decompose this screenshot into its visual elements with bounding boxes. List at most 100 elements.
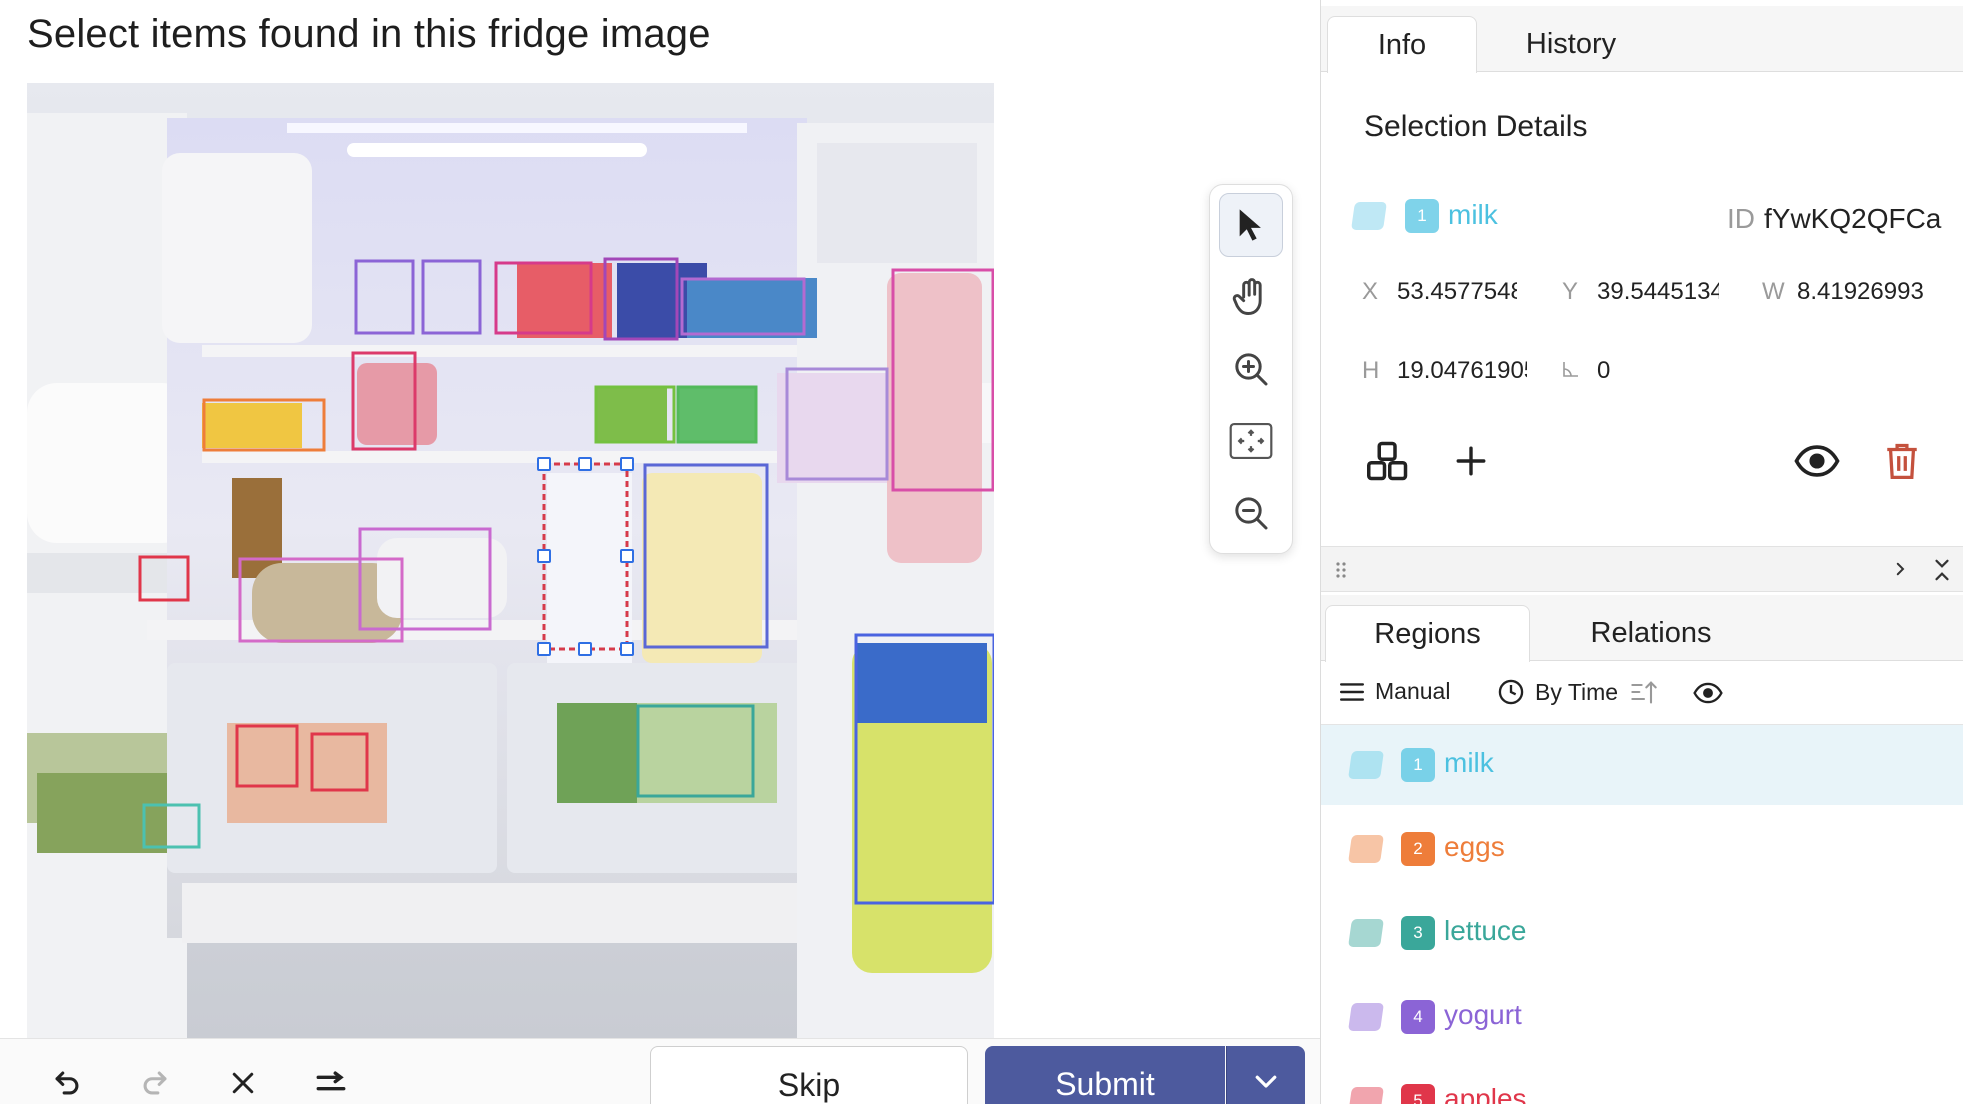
create-relation-button[interactable] — [1362, 435, 1414, 487]
reset-icon — [232, 1072, 254, 1094]
w-key: W — [1762, 278, 1785, 305]
region-color-swatch — [1351, 202, 1387, 230]
region-color-swatch — [1348, 1003, 1384, 1031]
region-index-badge: 1 — [1405, 199, 1439, 233]
annotation-app: Select items found in this fridge image — [0, 0, 1963, 1104]
region-id: fYwKQ2QFCa — [1764, 203, 1942, 234]
settings-icon — [316, 1071, 346, 1091]
relation-icon — [1367, 441, 1408, 481]
undo-button[interactable] — [47, 1063, 87, 1103]
region-tabs: Regions Relations — [1321, 595, 1963, 662]
resize-handle[interactable] — [620, 457, 634, 471]
tab-history[interactable]: History — [1481, 16, 1661, 73]
x-key: X — [1362, 278, 1379, 305]
zoom-out-icon — [1235, 497, 1268, 530]
sort-direction-icon — [1631, 681, 1657, 704]
submit-options-button[interactable] — [1226, 1046, 1305, 1104]
menu-icon — [1339, 682, 1365, 701]
resize-handle[interactable] — [620, 549, 634, 563]
eye-icon — [1794, 445, 1840, 477]
region-index-badge: 1 — [1401, 748, 1435, 782]
region-index-badge: 4 — [1401, 1000, 1435, 1034]
region-label: milk — [1444, 747, 1494, 778]
side-panel: Info History Selection Details 1 milk ID… — [1320, 0, 1963, 1104]
select-tool[interactable] — [1219, 193, 1283, 257]
tab-relations[interactable]: Relations — [1531, 605, 1771, 662]
sort-by-time-button[interactable]: By Time — [1497, 678, 1668, 706]
redo-button[interactable] — [135, 1063, 175, 1103]
chevron-down-icon — [1255, 1075, 1277, 1088]
region-index-badge: 2 — [1401, 832, 1435, 866]
region-color-swatch — [1348, 919, 1384, 947]
fit-tool[interactable] — [1219, 409, 1283, 473]
clock-icon — [1498, 679, 1524, 705]
panel-divider[interactable] — [1321, 546, 1963, 592]
redo-icon — [143, 1071, 167, 1095]
chevron-right-icon[interactable] — [1891, 560, 1909, 578]
region-label: lettuce — [1444, 915, 1527, 946]
resize-handle[interactable] — [578, 457, 592, 471]
resize-handle[interactable] — [620, 642, 634, 656]
angle-value[interactable]: 0 — [1597, 357, 1637, 385]
image-canvas[interactable] — [27, 83, 994, 1038]
manual-order-button[interactable]: Manual — [1339, 678, 1450, 705]
fit-screen-icon — [1229, 422, 1273, 460]
region-label: eggs — [1444, 831, 1505, 862]
region-index-badge: 3 — [1401, 916, 1435, 950]
undo-icon — [55, 1071, 79, 1095]
add-button[interactable] — [1445, 435, 1497, 487]
zoom-in-tool[interactable] — [1219, 337, 1283, 401]
hand-icon — [1232, 278, 1262, 315]
region-color-swatch — [1348, 835, 1384, 863]
id-key: ID — [1727, 203, 1755, 234]
region-color-swatch — [1348, 751, 1384, 779]
selected-region-label: milk — [1448, 199, 1498, 230]
region-toolbar: Manual By Time — [1321, 664, 1963, 724]
drag-handle-icon — [1336, 562, 1346, 578]
task-title: Select items found in this fridge image — [27, 12, 711, 56]
submit-button[interactable]: Submit — [985, 1046, 1225, 1104]
angle-icon — [1562, 357, 1580, 385]
tool-palette — [1209, 184, 1293, 554]
settings-button[interactable] — [311, 1063, 351, 1103]
w-value[interactable]: 8.41926993 — [1797, 278, 1927, 306]
region-item-eggs[interactable]: 2 eggs — [1321, 809, 1963, 889]
toggle-all-visibility-button[interactable] — [1693, 682, 1733, 704]
region-color-swatch — [1348, 1087, 1384, 1104]
by-time-label: By Time — [1535, 678, 1619, 705]
labeling-area: Select items found in this fridge image — [0, 0, 1320, 1104]
info-tabs: Info History — [1321, 6, 1963, 73]
tab-info[interactable]: Info — [1327, 16, 1477, 73]
region-item-milk[interactable]: 1 milk — [1321, 725, 1963, 805]
region-item-apples[interactable]: 5 apples — [1321, 1061, 1963, 1104]
h-key: H — [1362, 357, 1380, 384]
trash-icon — [1887, 443, 1917, 479]
reset-button[interactable] — [223, 1063, 263, 1103]
region-item-yogurt[interactable]: 4 yogurt — [1321, 977, 1963, 1057]
fridge-image — [27, 83, 994, 1038]
zoom-in-icon — [1235, 353, 1268, 386]
y-value[interactable]: 39.54451344 — [1597, 278, 1719, 306]
tab-regions[interactable]: Regions — [1325, 605, 1530, 662]
collapse-icon[interactable] — [1931, 557, 1953, 583]
skip-button[interactable]: Skip — [650, 1046, 968, 1104]
resize-handle[interactable] — [537, 457, 551, 471]
resize-handle[interactable] — [537, 549, 551, 563]
x-value[interactable]: 53.45775484 — [1397, 278, 1517, 306]
resize-handle[interactable] — [578, 642, 592, 656]
pan-tool[interactable] — [1219, 265, 1283, 329]
region-label: apples — [1444, 1083, 1527, 1104]
selection-details-title: Selection Details — [1364, 110, 1588, 143]
h-value[interactable]: 19.04761905 — [1397, 357, 1527, 385]
eye-icon — [1693, 682, 1723, 704]
cursor-icon — [1239, 209, 1261, 241]
manual-label: Manual — [1375, 678, 1451, 704]
delete-button[interactable] — [1876, 435, 1928, 487]
plus-icon — [1456, 446, 1486, 476]
y-key: Y — [1562, 278, 1579, 305]
zoom-out-tool[interactable] — [1219, 481, 1283, 545]
toggle-visibility-button[interactable] — [1791, 435, 1843, 487]
region-index-badge: 5 — [1401, 1084, 1435, 1104]
region-item-lettuce[interactable]: 3 lettuce — [1321, 893, 1963, 973]
resize-handle[interactable] — [537, 642, 551, 656]
